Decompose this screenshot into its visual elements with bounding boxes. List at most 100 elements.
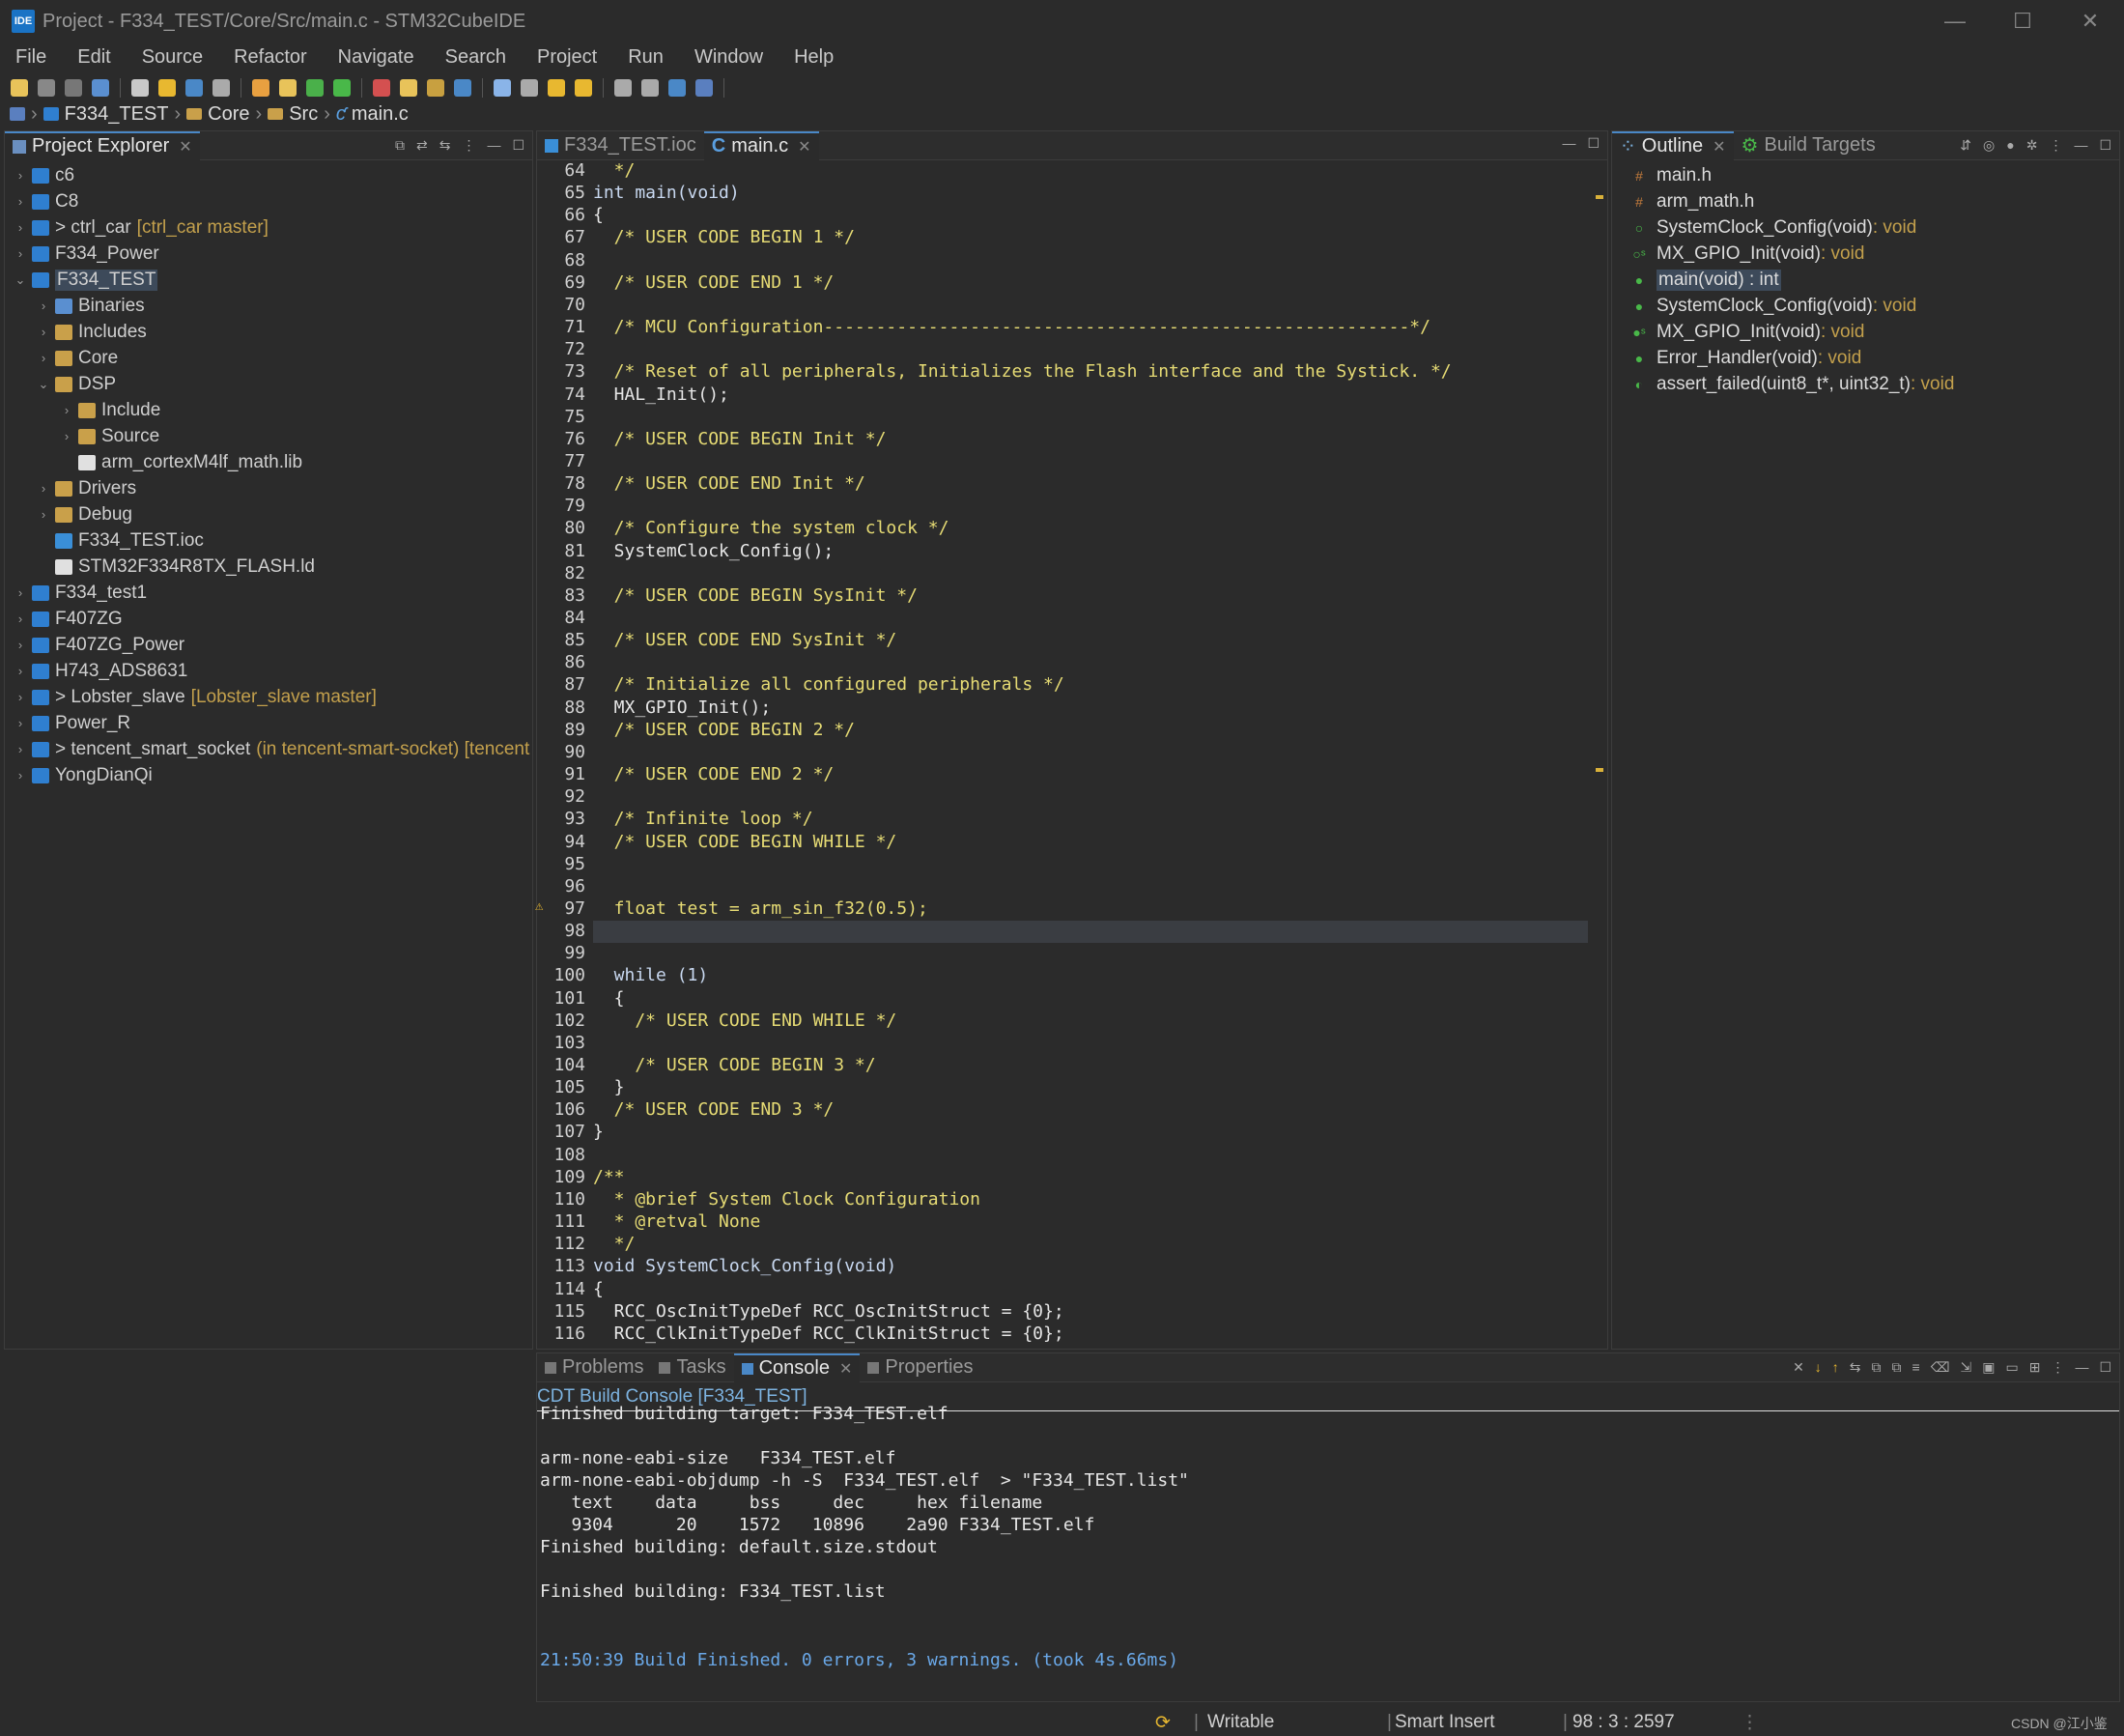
menu-help[interactable]: Help <box>779 46 849 69</box>
expand-arrow-icon[interactable]: › <box>36 351 51 365</box>
tree-item[interactable]: STM32F334R8TX_FLASH.ld <box>5 554 532 580</box>
expand-arrow-icon[interactable]: ⌄ <box>13 272 28 288</box>
scroll-lock-icon[interactable]: ⇆ <box>1850 1359 1861 1376</box>
menu-navigate[interactable]: Navigate <box>323 46 430 69</box>
expand-arrow-icon[interactable]: › <box>13 690 28 704</box>
tree-item[interactable]: › Binaries <box>5 293 532 319</box>
tree-item[interactable]: › Include <box>5 397 532 423</box>
menu-search[interactable]: Search <box>430 46 522 69</box>
expand-arrow-icon[interactable]: › <box>13 716 28 730</box>
paste-icon[interactable]: ⧉ <box>1892 1359 1902 1376</box>
menu-run[interactable]: Run <box>612 46 679 69</box>
hide-static-icon[interactable]: ● <box>2006 137 2014 154</box>
tree-item[interactable]: › > ctrl_car [ctrl_car master] <box>5 214 532 241</box>
word-wrap-icon[interactable]: ≡ <box>1912 1359 1920 1376</box>
warning-icon[interactable]: ⚠ <box>535 898 543 914</box>
tab-problems[interactable]: Problems <box>537 1353 651 1382</box>
breadcrumb-root-icon[interactable] <box>10 107 25 121</box>
code-editor[interactable]: 64 */ 65 int main(void) 66 {67 /* USER CODE … <box>535 160 1607 1349</box>
outline-item[interactable]: ○ˢ MX_GPIO_Init(void) : void <box>1612 241 2119 267</box>
maximize-icon[interactable]: ☐ <box>1587 135 1600 152</box>
toolbar-button-icon[interactable] <box>400 79 417 97</box>
collapse-all-icon[interactable]: ⧉ <box>395 137 405 154</box>
toolbar-button-icon[interactable] <box>212 79 230 97</box>
expand-arrow-icon[interactable]: › <box>13 742 28 756</box>
toolbar-button-icon[interactable] <box>641 79 659 97</box>
tree-item[interactable]: › Power_R <box>5 710 532 736</box>
tree-item[interactable]: F334_TEST.ioc <box>5 527 532 554</box>
outline-item[interactable]: ● main(void) : int <box>1612 267 2119 293</box>
tab-tasks[interactable]: Tasks <box>651 1353 733 1382</box>
view-menu-icon[interactable]: ⋮ <box>2051 1359 2064 1376</box>
close-button[interactable]: ✕ <box>2056 0 2124 43</box>
expand-arrow-icon[interactable]: › <box>13 612 28 626</box>
settings-icon[interactable]: ✲ <box>2026 137 2038 154</box>
tree-item[interactable]: › > tencent_smart_socket (in tencent-smart… <box>5 736 532 762</box>
minimize-button[interactable]: — <box>1921 0 1989 43</box>
minimize-icon[interactable]: — <box>2074 137 2087 154</box>
expand-arrow-icon[interactable]: › <box>13 585 28 600</box>
minimize-icon[interactable]: — <box>1562 135 1575 152</box>
outline-item[interactable]: # arm_math.h <box>1612 188 2119 214</box>
maximize-icon[interactable]: ☐ <box>512 137 524 154</box>
display-console-icon[interactable]: ▣ <box>1982 1359 1995 1376</box>
outline-item[interactable]: ◐ assert_failed(uint8_t*, uint32_t) : voi… <box>1612 371 2119 397</box>
expand-arrow-icon[interactable]: › <box>36 325 51 339</box>
sync-icon[interactable]: ⟳ <box>1155 1712 1171 1734</box>
expand-arrow-icon[interactable]: › <box>13 638 28 652</box>
expand-arrow-icon[interactable]: › <box>13 220 28 235</box>
toolbar-button-icon[interactable] <box>373 79 390 97</box>
toolbar-button-icon[interactable] <box>185 79 203 97</box>
link-editor-icon[interactable]: ⇄ <box>416 137 428 154</box>
tree-item[interactable]: arm_cortexM4lf_math.lib <box>5 449 532 475</box>
tree-item[interactable]: › H743_ADS8631 <box>5 658 532 684</box>
copy-icon[interactable]: ⧉ <box>1872 1359 1882 1376</box>
tree-item[interactable]: › F407ZG_Power <box>5 632 532 658</box>
tree-item[interactable]: › Drivers <box>5 475 532 501</box>
console-output[interactable]: Finished building target: F334_TEST.elf a… <box>537 1404 2119 1701</box>
breadcrumb-folder-src[interactable]: Src <box>268 103 318 126</box>
close-icon[interactable]: ✕ <box>798 137 810 157</box>
tab-project-explorer[interactable]: Project Explorer ✕ <box>5 130 200 160</box>
expand-arrow-icon[interactable]: › <box>13 168 28 183</box>
toolbar-button-icon[interactable] <box>454 79 471 97</box>
toolbar-button-icon[interactable] <box>521 79 538 97</box>
breadcrumb-folder-core[interactable]: Core <box>186 103 250 126</box>
toolbar-button-icon[interactable] <box>668 79 686 97</box>
toolbar-button-icon[interactable] <box>575 79 592 97</box>
toolbar-button-icon[interactable] <box>65 79 82 97</box>
menu-source[interactable]: Source <box>127 46 218 69</box>
tree-item[interactable]: › F407ZG <box>5 606 532 632</box>
menu-file[interactable]: File <box>0 46 62 69</box>
view-menu-icon[interactable]: ⋮ <box>2049 137 2062 154</box>
toolbar-button-icon[interactable] <box>306 79 324 97</box>
toolbar-button-icon[interactable] <box>494 79 511 97</box>
tab-build-targets[interactable]: ⚙ Build Targets <box>1734 131 1883 160</box>
toolbar-button-icon[interactable] <box>279 79 297 97</box>
new-console-icon[interactable]: ⊞ <box>2029 1359 2041 1376</box>
pin-console-icon[interactable]: ⇲ <box>1961 1359 1972 1376</box>
tab-outline[interactable]: ⁘ Outline ✕ <box>1612 130 1734 160</box>
expand-arrow-icon[interactable]: › <box>36 481 51 496</box>
tree-item[interactable]: › Debug <box>5 501 532 527</box>
warning-marker[interactable] <box>1596 768 1603 772</box>
menu-edit[interactable]: Edit <box>62 46 126 69</box>
tab-properties[interactable]: Properties <box>860 1353 980 1382</box>
expand-arrow-icon[interactable]: › <box>13 194 28 209</box>
minimize-icon[interactable]: — <box>487 137 500 154</box>
tree-item[interactable]: ⌄ F334_TEST <box>5 267 532 293</box>
expand-arrow-icon[interactable]: › <box>59 429 74 443</box>
tree-item[interactable]: › F334_test1 <box>5 580 532 606</box>
next-error-icon[interactable]: ↓ <box>1815 1359 1822 1376</box>
maximize-button[interactable]: ☐ <box>1989 0 2056 43</box>
close-icon[interactable]: ✕ <box>179 137 191 157</box>
sort-icon[interactable]: ⇵ <box>1960 137 1971 154</box>
maximize-icon[interactable]: ☐ <box>2099 1359 2111 1376</box>
expand-arrow-icon[interactable]: ⌄ <box>36 377 51 392</box>
outline-item[interactable]: ● Error_Handler(void) : void <box>1612 345 2119 371</box>
view-menu-icon[interactable]: ⋮ <box>462 137 475 154</box>
toolbar-button-icon[interactable] <box>252 79 269 97</box>
cursor-position[interactable]: 98 : 3 : 2597 <box>1572 1712 1675 1733</box>
toolbar-button-icon[interactable] <box>131 79 149 97</box>
expand-arrow-icon[interactable]: › <box>59 403 74 417</box>
